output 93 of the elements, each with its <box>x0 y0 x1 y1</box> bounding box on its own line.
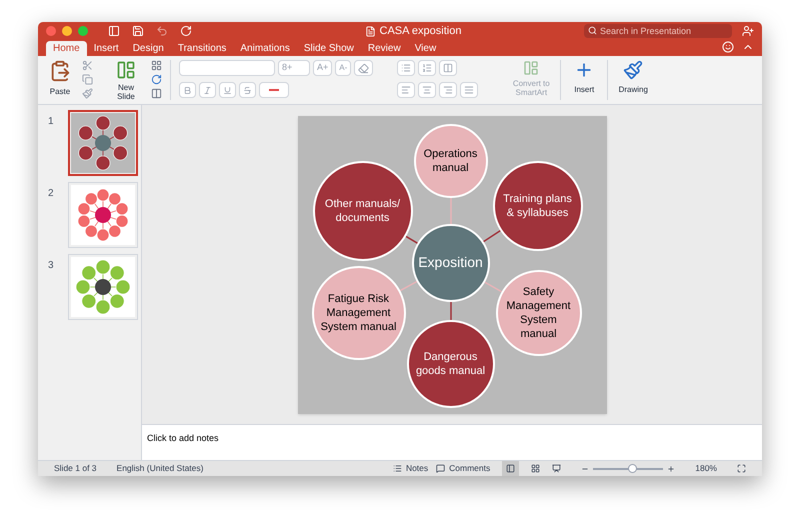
numbering-icon <box>422 63 432 73</box>
ribbon-tab[interactable]: Transitions <box>170 41 234 56</box>
redo-icon[interactable] <box>180 25 192 37</box>
close-button[interactable] <box>46 26 56 36</box>
drawing-button[interactable]: Drawing <box>616 60 650 96</box>
center-node: Exposition <box>412 224 490 302</box>
ribbon-tab[interactable]: Slide Show <box>296 41 361 56</box>
italic-icon <box>203 86 212 94</box>
slide-number: 3 <box>48 259 55 273</box>
align-center-icon <box>422 85 432 95</box>
underline-button[interactable] <box>219 82 236 98</box>
align-left-icon <box>401 85 412 95</box>
smiley-icon[interactable] <box>722 41 734 53</box>
align-center-button[interactable] <box>418 82 436 98</box>
diagram-node: Safety Management System manual <box>496 270 582 356</box>
insert-button[interactable]: Insert <box>569 60 600 96</box>
diagram-node: Operations manual <box>414 124 488 198</box>
underline-icon <box>223 86 232 94</box>
diagram-node: Other manuals/ documents <box>312 160 412 260</box>
normal-view-icon <box>506 464 516 473</box>
notes-button[interactable]: Notes <box>392 462 428 475</box>
copy-icon[interactable] <box>82 74 93 85</box>
layout-icon[interactable] <box>151 60 162 71</box>
fit-icon[interactable] <box>737 464 746 473</box>
sorter-view-icon[interactable] <box>531 464 540 473</box>
zoom-in-icon[interactable] <box>667 464 676 472</box>
window-title: CASA exposition <box>380 24 462 39</box>
notes-field[interactable]: Click to add notes <box>142 424 762 460</box>
new-slide-icon <box>116 60 136 80</box>
clear-format-button[interactable] <box>354 60 374 76</box>
slide-number: 2 <box>48 187 55 201</box>
justify-button[interactable] <box>460 82 478 98</box>
bullets-button[interactable] <box>397 60 416 76</box>
zoom-button[interactable] <box>78 26 88 36</box>
diagram-node: Fatigue Risk Management System manual <box>312 266 406 360</box>
columns-icon <box>443 63 454 73</box>
font-size-field[interactable]: 8+ <box>278 60 310 76</box>
share-icon[interactable] <box>742 25 754 37</box>
search-icon <box>588 26 597 35</box>
ribbon-tab[interactable]: Design <box>126 41 171 56</box>
document-icon <box>364 26 376 36</box>
bold-icon <box>183 86 192 94</box>
slideshow-icon[interactable] <box>552 464 562 473</box>
connector-line <box>450 198 452 224</box>
diagram-node: Dangerous goods manual <box>406 320 494 408</box>
paste-button[interactable]: Paste <box>46 60 74 98</box>
normal-view-button[interactable] <box>502 461 520 476</box>
diagram-node: Training plans & syllabuses <box>492 160 582 250</box>
zoom-thumb[interactable] <box>628 464 637 472</box>
bullets-icon <box>401 63 412 73</box>
align-left-button[interactable] <box>397 82 416 98</box>
align-right-icon <box>443 85 454 95</box>
eraser-icon <box>358 62 370 74</box>
strikethrough-button[interactable] <box>239 82 256 98</box>
language-label: English (United States) <box>116 462 204 475</box>
columns-button[interactable] <box>439 60 458 76</box>
brush-icon <box>623 60 644 80</box>
grow-font-button[interactable]: A+ <box>313 60 332 76</box>
ribbon-tab[interactable]: Review <box>360 41 408 56</box>
slide-counter: Slide 1 of 3 <box>54 462 97 475</box>
italic-button[interactable] <box>199 82 216 98</box>
ribbon-tab[interactable]: Home <box>46 41 87 56</box>
connector-line <box>405 235 418 244</box>
connector-line <box>450 300 452 320</box>
zoom-percent: 180% <box>695 462 717 475</box>
notes-icon <box>392 464 402 473</box>
connector-line <box>482 230 500 242</box>
font-name-field[interactable] <box>179 60 275 76</box>
color-button[interactable] <box>259 82 289 98</box>
justify-icon <box>464 85 474 95</box>
comments-button[interactable]: Comments <box>436 462 490 475</box>
minimize-button[interactable] <box>62 26 72 36</box>
new-slide-button[interactable]: New Slide <box>109 60 143 101</box>
connector-line <box>399 280 418 291</box>
connector-line <box>483 280 502 292</box>
reset-icon[interactable] <box>151 74 162 85</box>
sidebar-icon[interactable] <box>108 25 120 37</box>
align-right-button[interactable] <box>439 82 458 98</box>
format-painter-icon[interactable] <box>82 88 93 99</box>
strikethrough-icon <box>243 86 252 94</box>
comment-icon <box>436 464 446 473</box>
shrink-font-button[interactable]: A- <box>335 60 352 76</box>
slide-number: 1 <box>48 115 55 129</box>
bold-button[interactable] <box>179 82 196 98</box>
save-icon[interactable] <box>132 25 144 37</box>
numbering-button[interactable] <box>418 60 436 76</box>
ribbon-tab[interactable]: Animations <box>233 41 297 56</box>
ribbon-tab[interactable]: View <box>408 41 444 56</box>
smartart-icon <box>523 60 540 76</box>
cut-icon[interactable] <box>82 60 93 71</box>
ribbon-tab[interactable]: Insert <box>86 41 126 56</box>
clipboard-icon <box>49 60 71 82</box>
search-field[interactable]: Search in Presentation <box>584 24 732 38</box>
